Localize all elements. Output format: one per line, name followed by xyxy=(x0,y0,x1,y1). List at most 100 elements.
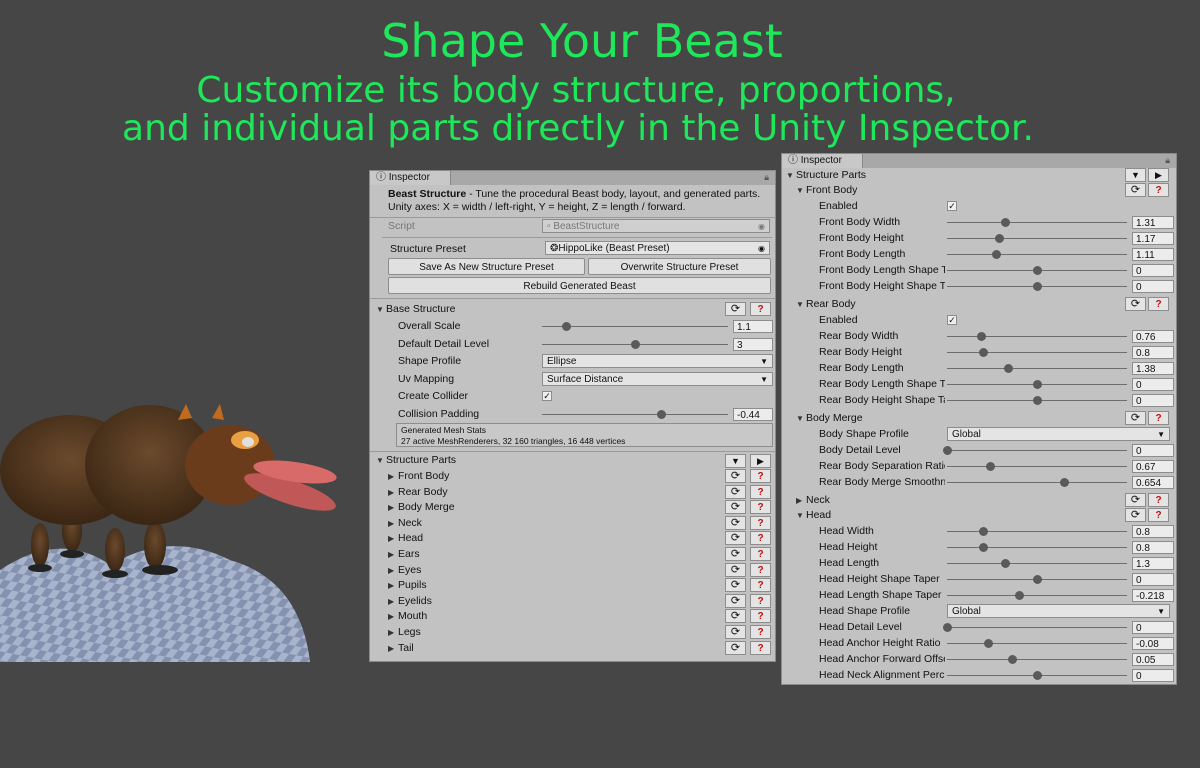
reset-icon[interactable]: ⟳ xyxy=(725,547,746,561)
overwrite-preset-button[interactable]: Overwrite Structure Preset xyxy=(588,258,771,275)
number-field[interactable]: 1.1 xyxy=(733,320,773,333)
slider-handle[interactable] xyxy=(979,527,988,536)
reset-icon[interactable]: ⟳ xyxy=(1125,183,1146,197)
foldout-neck[interactable]: ▶ Neck xyxy=(796,492,830,508)
help-icon[interactable]: ? xyxy=(1148,183,1169,197)
number-field[interactable]: -0.08 xyxy=(1132,637,1174,651)
number-field[interactable]: 0.8 xyxy=(1132,541,1174,555)
slider-track[interactable] xyxy=(947,466,1127,468)
part-foldout-head[interactable]: ▶ Head xyxy=(388,530,423,546)
reset-icon[interactable]: ⟳ xyxy=(725,302,746,316)
slider-handle[interactable] xyxy=(1004,364,1014,374)
slider-handle[interactable] xyxy=(943,623,952,633)
checkbox[interactable]: ✓ xyxy=(542,391,552,401)
part-foldout-tail[interactable]: ▶ Tail xyxy=(388,640,414,656)
dropdown[interactable]: Global ▼ xyxy=(947,427,1170,441)
number-field[interactable]: 0 xyxy=(1132,621,1174,635)
help-icon[interactable]: ? xyxy=(750,302,771,316)
slider-track[interactable] xyxy=(947,482,1127,484)
number-field[interactable]: 1.11 xyxy=(1132,248,1174,262)
structure-preset-field[interactable]: ❂HippoLike (Beast Preset) ◉ xyxy=(545,241,770,255)
help-icon[interactable]: ? xyxy=(750,609,771,624)
reset-icon[interactable]: ⟳ xyxy=(725,484,746,499)
reset-icon[interactable]: ⟳ xyxy=(725,625,746,639)
slider-handle[interactable] xyxy=(995,234,1005,244)
slider-handle[interactable] xyxy=(1033,266,1042,276)
reset-icon[interactable]: ⟳ xyxy=(725,515,746,530)
number-field[interactable]: 0.8 xyxy=(1132,525,1174,538)
part-foldout-front-body[interactable]: ▶ Front Body xyxy=(388,468,449,484)
slider-handle[interactable] xyxy=(1000,559,1010,569)
number-field[interactable]: 0 xyxy=(1132,669,1174,683)
number-field[interactable]: 1.3 xyxy=(1132,557,1174,571)
slider-track[interactable] xyxy=(947,659,1127,661)
number-field[interactable]: 0 xyxy=(1132,394,1174,408)
part-foldout-pupils[interactable]: ▶ Pupils xyxy=(388,577,427,593)
checkbox[interactable]: ✓ xyxy=(947,201,957,211)
number-field[interactable]: 0 xyxy=(1132,573,1174,587)
foldout-structure-parts[interactable]: ▼ Structure Parts xyxy=(786,167,866,183)
part-foldout-neck[interactable]: ▶ Neck xyxy=(388,515,422,531)
number-field[interactable]: 0.8 xyxy=(1132,346,1174,360)
help-icon[interactable]: ? xyxy=(750,484,771,499)
slider-track[interactable] xyxy=(542,413,728,415)
reset-icon[interactable]: ⟳ xyxy=(725,500,746,515)
part-foldout-ears[interactable]: ▶ Ears xyxy=(388,546,420,562)
number-field[interactable]: 0 xyxy=(1132,378,1174,392)
number-field[interactable]: 0 xyxy=(1132,264,1174,278)
save-as-new-preset-button[interactable]: Save As New Structure Preset xyxy=(388,258,585,275)
foldout-front-body[interactable]: ▼ Front Body xyxy=(796,182,857,198)
help-icon[interactable]: ? xyxy=(1148,508,1169,522)
number-field[interactable]: 1.17 xyxy=(1132,232,1174,246)
reset-icon[interactable]: ⟳ xyxy=(1125,411,1146,425)
help-icon[interactable]: ? xyxy=(750,547,771,561)
dropdown[interactable]: Ellipse ▼ xyxy=(542,354,773,368)
help-icon[interactable]: ? xyxy=(750,593,771,608)
slider-handle[interactable] xyxy=(562,322,572,331)
number-field[interactable]: 1.31 xyxy=(1132,216,1174,230)
reset-icon[interactable]: ⟳ xyxy=(725,640,746,655)
slider-handle[interactable] xyxy=(1000,218,1010,228)
reset-icon[interactable]: ⟳ xyxy=(1125,297,1146,311)
lock-icon[interactable]: 🔒︎ xyxy=(1165,155,1170,166)
slider-handle[interactable] xyxy=(631,339,640,349)
rebuild-generated-beast-button[interactable]: Rebuild Generated Beast xyxy=(388,277,771,294)
slider-handle[interactable] xyxy=(1060,478,1069,488)
number-field[interactable]: 0.05 xyxy=(1132,653,1174,667)
slider-handle[interactable] xyxy=(991,250,1001,260)
target-icon[interactable]: ◉ xyxy=(758,242,765,256)
collapse-all-icon[interactable]: ▼ xyxy=(725,454,746,468)
number-field[interactable]: 0.76 xyxy=(1132,330,1174,344)
slider-track[interactable] xyxy=(947,336,1127,338)
foldout-rear-body[interactable]: ▼ Rear Body xyxy=(796,296,856,312)
slider-track[interactable] xyxy=(947,643,1127,645)
help-icon[interactable]: ? xyxy=(750,500,771,515)
part-foldout-eyelids[interactable]: ▶ Eyelids xyxy=(388,593,432,609)
slider-handle[interactable] xyxy=(943,446,952,456)
slider-handle[interactable] xyxy=(1033,396,1042,406)
dropdown[interactable]: Surface Distance ▼ xyxy=(542,371,773,386)
slider-handle[interactable] xyxy=(984,639,994,649)
foldout-head[interactable]: ▼ Head xyxy=(796,507,831,523)
number-field[interactable]: 0 xyxy=(1132,280,1174,294)
part-foldout-rear-body[interactable]: ▶ Rear Body xyxy=(388,484,448,500)
number-field[interactable]: 0.654 xyxy=(1132,476,1174,490)
help-icon[interactable]: ? xyxy=(1148,297,1169,311)
slider-handle[interactable] xyxy=(1033,380,1042,390)
number-field[interactable]: -0.44 xyxy=(733,407,773,421)
slider-track[interactable] xyxy=(947,547,1127,549)
expand-all-icon[interactable]: ▶ xyxy=(750,454,771,468)
number-field[interactable]: 1.38 xyxy=(1132,362,1174,376)
reset-icon[interactable]: ⟳ xyxy=(725,531,746,546)
slider-handle[interactable] xyxy=(986,462,996,472)
help-icon[interactable]: ? xyxy=(750,531,771,546)
collapse-all-icon[interactable]: ▼ xyxy=(1125,168,1146,182)
number-field[interactable]: -0.218 xyxy=(1132,589,1174,603)
slider-handle[interactable] xyxy=(1033,575,1042,585)
slider-handle[interactable] xyxy=(979,348,988,358)
slider-handle[interactable] xyxy=(1033,671,1042,681)
reset-icon[interactable]: ⟳ xyxy=(725,469,746,483)
dropdown[interactable]: Global ▼ xyxy=(947,604,1170,619)
reset-icon[interactable]: ⟳ xyxy=(1125,508,1146,522)
slider-handle[interactable] xyxy=(1007,655,1017,665)
